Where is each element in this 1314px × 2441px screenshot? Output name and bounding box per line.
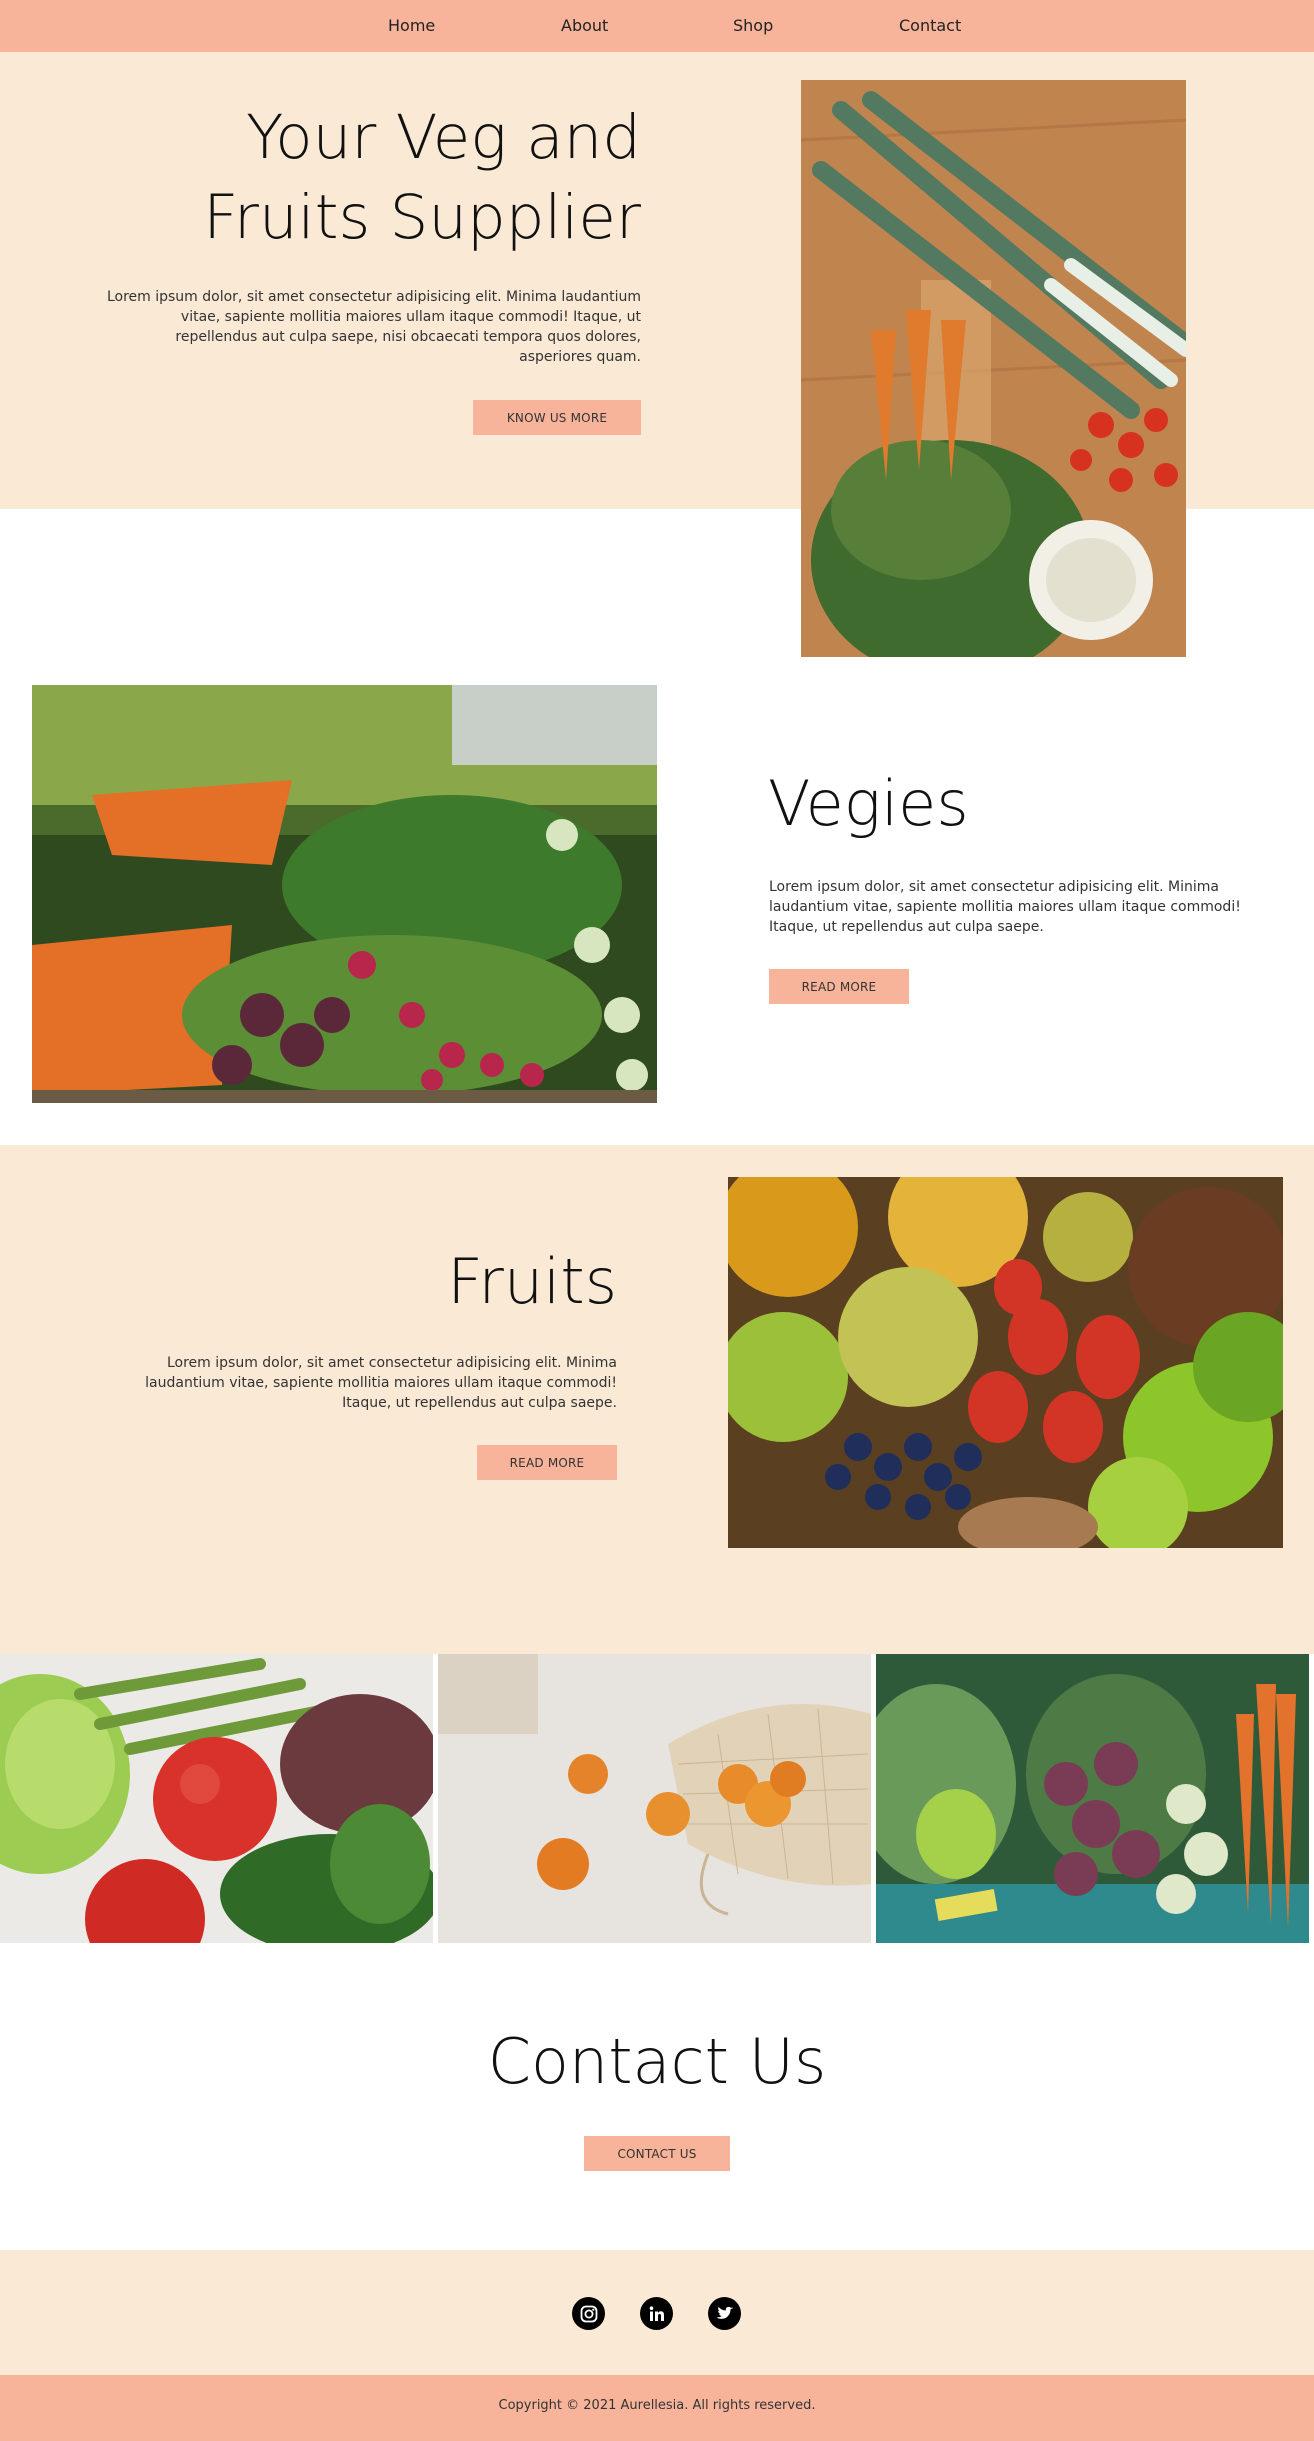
contact-us-button[interactable]: CONTACT US <box>584 2136 730 2171</box>
nav-shop-link[interactable]: Shop <box>733 16 773 35</box>
linkedin-icon[interactable] <box>640 2297 673 2330</box>
vegies-market-image <box>32 685 657 1103</box>
nav-contact-link[interactable]: Contact <box>899 16 961 35</box>
nav-about-link[interactable]: About <box>561 16 608 35</box>
fruits-title: Fruits <box>447 1245 617 1318</box>
fruits-image <box>728 1177 1283 1548</box>
instagram-icon[interactable] <box>572 2297 605 2330</box>
vegies-description: Lorem ipsum dolor, sit amet consectetur … <box>769 879 1241 935</box>
footer: Copyright © 2021 Aurellesia. All rights … <box>0 2375 1314 2441</box>
fruits-read-more-button[interactable]: READ MORE <box>477 1445 617 1480</box>
nav-home-link[interactable]: Home <box>388 16 435 35</box>
fruits-description: Lorem ipsum dolor, sit amet consectetur … <box>145 1355 617 1411</box>
hero-description: Lorem ipsum dolor, sit amet consectetur … <box>106 289 641 365</box>
hero-title-line2: Fruits Supplier <box>203 182 641 253</box>
top-nav: Home About Shop Contact <box>0 0 1314 52</box>
contact-title: Contact Us <box>487 2025 827 2098</box>
twitter-icon[interactable] <box>708 2297 741 2330</box>
copyright-text: Copyright © 2021 Aurellesia. All rights … <box>498 2398 816 2413</box>
vegies-read-more-button[interactable]: READ MORE <box>769 969 909 1004</box>
gallery-image-tomatoes <box>0 1654 433 1943</box>
hero-title-line1: Your Veg and <box>246 102 641 173</box>
vegies-title: Vegies <box>768 767 969 840</box>
gallery-image-market-vegetables <box>876 1654 1309 1943</box>
hero-vegetables-image <box>801 80 1186 657</box>
know-us-more-button[interactable]: KNOW US MORE <box>473 400 641 435</box>
gallery-image-apricots <box>438 1654 871 1943</box>
hero-title: Your Veg and Fruits Supplier <box>81 98 641 258</box>
